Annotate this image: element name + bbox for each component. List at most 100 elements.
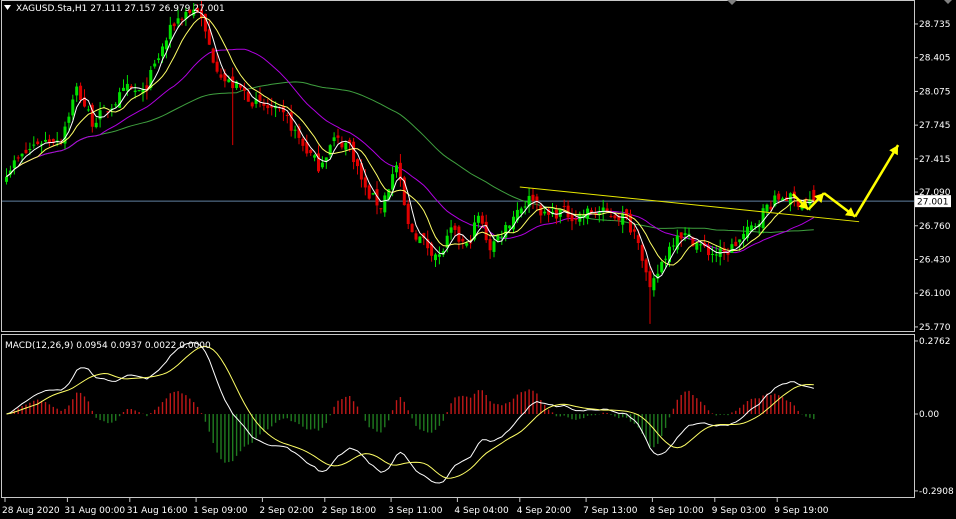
- time-tick-label: 2 Sep 02:00: [259, 506, 314, 516]
- candle-body: [161, 46, 164, 57]
- candle-body: [172, 23, 176, 27]
- candle-body: [640, 244, 644, 261]
- candle-body: [543, 211, 547, 214]
- time-tick-label: 3 Sep 11:00: [388, 506, 443, 516]
- candle-body: [5, 176, 8, 182]
- candle-body: [679, 232, 683, 239]
- candle-body: [609, 216, 613, 218]
- candle-body: [12, 160, 16, 169]
- candle-body: [484, 221, 488, 241]
- candle-body: [285, 114, 289, 116]
- time-tick-label: 31 Aug 16:00: [127, 506, 188, 516]
- candle-body: [153, 63, 157, 67]
- candle-body: [777, 193, 781, 200]
- candle-body: [449, 227, 453, 233]
- candle-body: [20, 153, 24, 157]
- candle-body: [211, 48, 215, 63]
- candle-body: [133, 90, 137, 93]
- candle-body: [28, 148, 32, 150]
- time-tick-label: 9 Sep 19:00: [774, 506, 829, 516]
- candle-body: [539, 205, 543, 216]
- candle-body: [652, 278, 656, 291]
- candle-body: [480, 215, 484, 224]
- candle-body: [496, 235, 500, 241]
- candle-body: [157, 58, 161, 61]
- candle-body: [227, 79, 231, 83]
- price-tick-label: 26.430: [919, 255, 951, 265]
- candle-body: [301, 138, 305, 146]
- price-tick-label: 28.075: [919, 87, 951, 97]
- candle-body: [465, 243, 469, 246]
- candle-body: [410, 224, 414, 233]
- candle-body: [562, 205, 566, 207]
- candle-body: [67, 116, 71, 123]
- candle-body: [437, 254, 441, 257]
- candle-body: [461, 238, 465, 242]
- price-tick-label: 26.100: [919, 289, 951, 299]
- current-price-label: 27.001: [917, 198, 949, 208]
- time-tick-label: 4 Sep 20:00: [517, 506, 572, 516]
- time-tick-label: 8 Sep 10:00: [649, 506, 704, 516]
- candle-body: [215, 61, 219, 72]
- time-tick-label: 31 Aug 00:00: [64, 506, 125, 516]
- candle-body: [636, 235, 640, 244]
- candle-body: [570, 214, 574, 222]
- candle-body: [379, 208, 383, 210]
- time-tick-label: 2 Sep 18:00: [322, 506, 377, 516]
- candle-body: [363, 177, 367, 188]
- candle-body: [453, 225, 457, 230]
- time-tick-label: 28 Aug 2020: [2, 506, 60, 516]
- time-tick-label: 7 Sep 13:00: [583, 506, 638, 516]
- candle-body: [367, 185, 371, 199]
- candle-body: [250, 102, 254, 107]
- candle-body: [122, 87, 125, 91]
- candle-body: [531, 194, 535, 201]
- candle-body: [734, 241, 738, 247]
- candle-body: [749, 225, 753, 231]
- candle-body: [219, 74, 223, 78]
- candle-body: [391, 174, 395, 190]
- candle-body: [94, 122, 98, 128]
- candle-body: [714, 254, 718, 256]
- candle-body: [699, 244, 703, 246]
- candle-body: [313, 155, 317, 158]
- candle-body: [519, 208, 523, 214]
- candle-body: [266, 105, 270, 109]
- candle-body: [710, 253, 714, 255]
- candle-body: [246, 91, 250, 102]
- candle-body: [75, 86, 79, 96]
- candle-body: [168, 24, 172, 40]
- candle-body: [71, 99, 75, 116]
- candle-body: [309, 149, 313, 154]
- candle-body: [414, 233, 418, 240]
- candle-body: [488, 239, 492, 251]
- candle-body: [125, 83, 129, 91]
- candle-body: [730, 244, 734, 253]
- price-tick-label: 25.770: [919, 323, 951, 333]
- candle-body: [492, 241, 496, 252]
- candle-body: [164, 40, 168, 50]
- candle-body: [574, 218, 578, 220]
- candle-body: [344, 142, 348, 150]
- price-tick-label: 27.745: [919, 121, 951, 131]
- candle-body: [395, 165, 398, 173]
- candle-body: [648, 271, 652, 288]
- candle-body: [508, 225, 512, 229]
- candle-body: [336, 135, 340, 138]
- candle-body: [383, 195, 387, 213]
- candle-body: [621, 213, 625, 225]
- time-tick-label: 1 Sep 09:00: [193, 506, 248, 516]
- price-tick-label: 28.405: [919, 54, 951, 64]
- candle-body: [695, 242, 699, 250]
- candle-body: [258, 94, 262, 102]
- macd-header: MACD(12,26,9) 0.0954 0.0937 0.0022 0.000…: [5, 341, 211, 351]
- candle-body: [476, 215, 480, 223]
- candle-body: [523, 206, 527, 208]
- candle-body: [180, 18, 184, 20]
- candle-body: [613, 215, 617, 219]
- candle-body: [320, 162, 324, 168]
- price-tick-label: 26.760: [919, 222, 951, 232]
- candle-body: [671, 245, 675, 247]
- candle-body: [352, 141, 356, 163]
- candle-body: [632, 229, 636, 232]
